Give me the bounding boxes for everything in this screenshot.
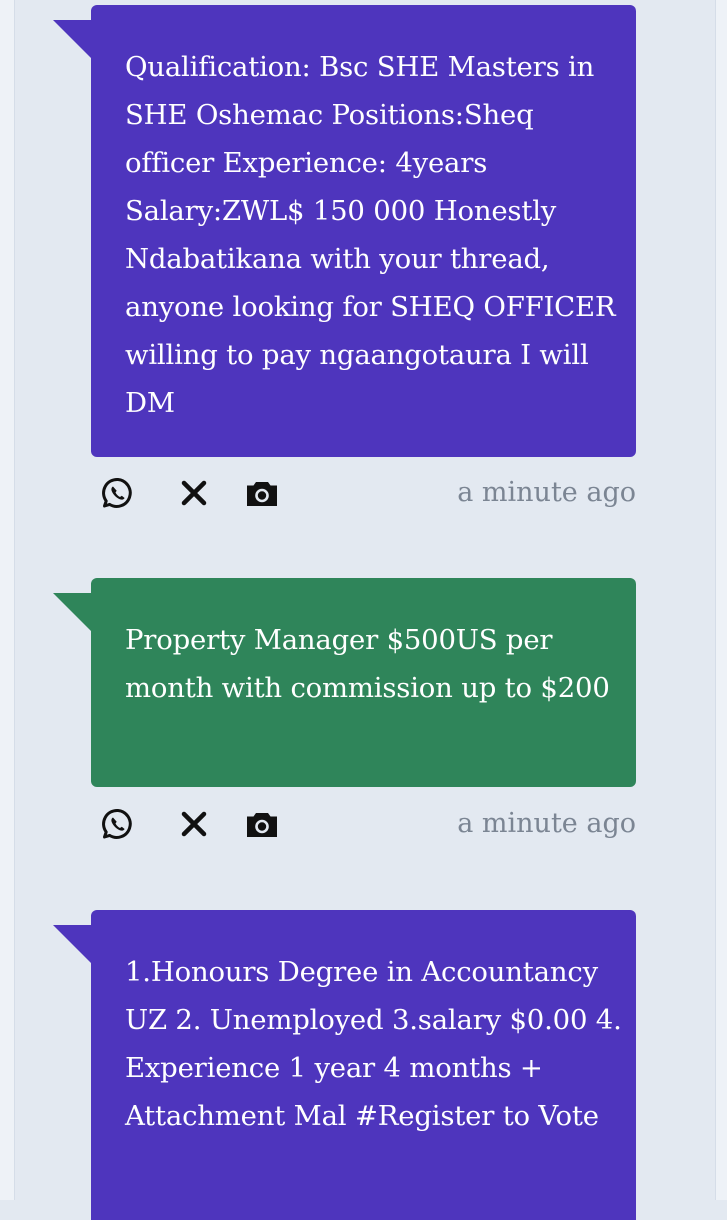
post-timestamp: a minute ago xyxy=(457,808,636,839)
post-actions-1: a minute ago xyxy=(100,475,636,515)
bubble-tail xyxy=(53,20,93,60)
post-text: Property Manager $500US per month with c… xyxy=(125,624,610,704)
post-bubble-2[interactable]: Property Manager $500US per month with c… xyxy=(53,578,636,787)
post-text: 1.Honours Degree in Accountancy UZ 2. Un… xyxy=(125,956,622,1132)
bubble-tail xyxy=(53,593,93,633)
close-icon[interactable] xyxy=(176,475,212,511)
camera-icon[interactable] xyxy=(244,475,280,511)
post-timestamp: a minute ago xyxy=(457,477,636,508)
close-icon[interactable] xyxy=(176,806,212,842)
post-bubble-1[interactable]: Qualification: Bsc SHE Masters in SHE Os… xyxy=(53,5,636,457)
post-actions-2: a minute ago xyxy=(100,806,636,846)
whatsapp-icon[interactable] xyxy=(100,806,136,842)
camera-icon[interactable] xyxy=(244,806,280,842)
left-gutter xyxy=(0,0,15,1200)
post-text: Qualification: Bsc SHE Masters in SHE Os… xyxy=(125,51,616,419)
post-bubble-3[interactable]: 1.Honours Degree in Accountancy UZ 2. Un… xyxy=(53,910,636,1220)
right-gutter xyxy=(715,0,727,1200)
whatsapp-icon[interactable] xyxy=(100,475,136,511)
bubble-tail xyxy=(53,925,93,965)
